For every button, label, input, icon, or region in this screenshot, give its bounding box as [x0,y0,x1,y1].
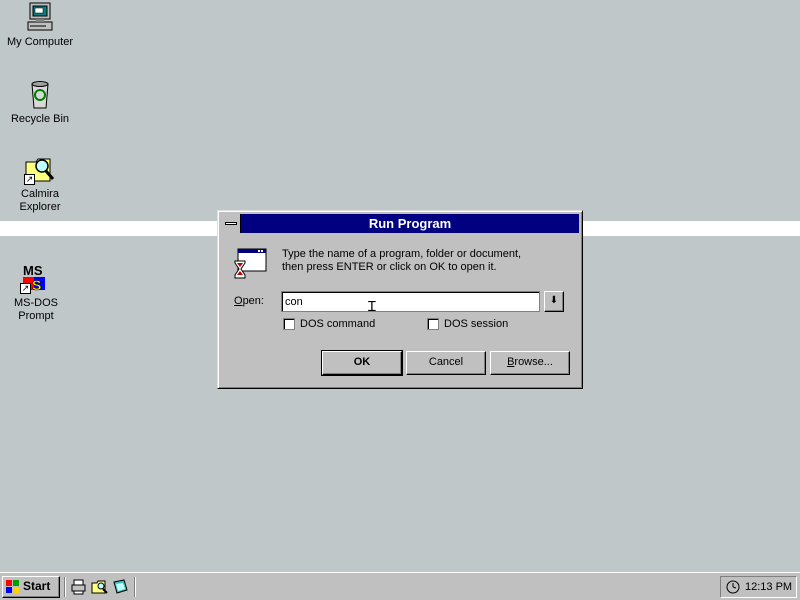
browse-label: rowse... [514,356,553,368]
run-program-icon [234,247,268,281]
shortcut-arrow-icon: ↗ [24,174,35,185]
dialog-titlebar[interactable]: Run Program [221,214,579,233]
dos-command-option[interactable]: DOS command [283,318,375,332]
text-cursor-icon: Ɪ [368,299,376,315]
system-menu-icon [225,222,237,225]
dialog-description: Type the name of a program, folder or do… [282,248,562,274]
run-program-dialog: Run Program Type the name of a program, … [217,210,583,389]
icon-label-line1: Calmira [21,188,59,200]
icon-label: My Computer [6,36,74,48]
icon-label-line2: Explorer [19,201,61,213]
taskbar-clock[interactable]: 12:13 PM [745,577,792,597]
desktop-icon-calmira-explorer[interactable]: ↗ Calmira Explorer [1,153,79,214]
dos-command-checkbox[interactable] [283,318,295,331]
open-label: Open: [234,295,264,307]
shortcut-arrow-icon: ↗ [20,283,31,294]
desktop-icon-ms-dos-prompt[interactable]: MS S ↗ MS-DOS Prompt [0,262,75,323]
taskbar-divider [64,577,66,597]
cancel-button[interactable]: Cancel [406,351,486,375]
quick-launch-window-icon[interactable] [112,578,129,595]
open-history-dropdown-button[interactable]: ⬇ [544,291,564,312]
desktop-icon-recycle-bin[interactable]: Recycle Bin [1,78,79,126]
open-label-text: pen: [242,295,264,307]
dos-session-option[interactable]: DOS session [427,318,508,332]
desktop-icon-my-computer[interactable]: My Computer [1,1,79,49]
ms-dos-icon: MS S ↗ [20,262,52,294]
description-line: then press ENTER or click on OK to open … [282,261,497,273]
system-menu-button[interactable] [221,214,241,233]
icon-label: Recycle Bin [10,113,70,125]
clock-tray-icon[interactable] [725,579,741,595]
quick-launch-printer-icon[interactable] [70,578,87,595]
start-button[interactable]: Start [2,576,60,598]
dos-session-label: DOS session [444,318,509,330]
system-tray: 12:13 PM [720,576,797,598]
start-label: Start [23,579,51,593]
computer-icon [24,1,56,33]
browse-button[interactable]: Browse... [490,351,570,375]
open-label-accelerator: O [234,295,243,307]
svg-text:MS: MS [23,263,43,278]
open-input[interactable] [281,291,540,312]
dos-command-label: DOS command [300,318,376,330]
folder-magnifier-icon: ↗ [24,153,56,185]
dos-session-checkbox[interactable] [427,318,439,331]
ok-button[interactable]: OK [321,350,403,376]
icon-label-line2: Prompt [18,310,54,322]
svg-text:S: S [32,277,41,293]
quick-launch-explorer-icon[interactable] [91,578,108,595]
dialog-title: Run Program [368,216,452,231]
recycle-bin-icon [24,78,56,110]
windows-logo-icon [6,580,20,594]
taskbar-divider [134,577,136,597]
icon-label-line1: MS-DOS [14,297,58,309]
taskbar: Start 12:13 PM [0,572,800,600]
down-arrow-icon: ⬇ [549,295,559,306]
description-line: Type the name of a program, folder or do… [282,248,522,260]
